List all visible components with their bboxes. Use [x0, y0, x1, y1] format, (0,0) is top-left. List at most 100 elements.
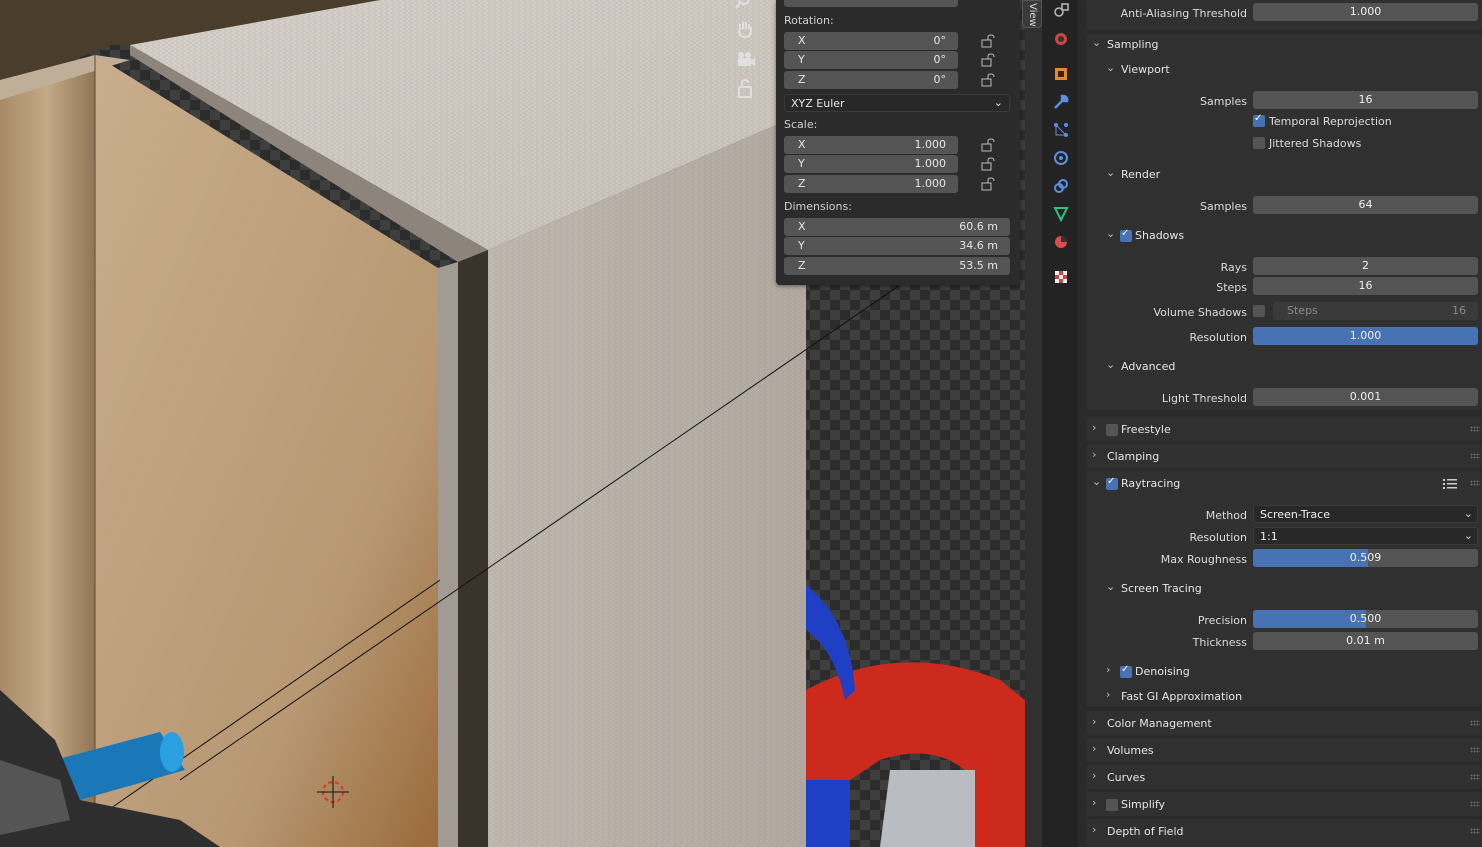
- location-z-field[interactable]: [784, 0, 958, 7]
- chevron-down-icon: ⌄: [993, 96, 1003, 109]
- drag-handle-icon[interactable]: [1470, 747, 1480, 753]
- chevron-right-icon: ›: [1092, 769, 1097, 782]
- chevron-down-icon: ⌄: [1463, 529, 1473, 542]
- modifier-icon[interactable]: [1052, 93, 1070, 111]
- raytracing-checkbox[interactable]: [1106, 476, 1118, 490]
- transform-sidebar: Rotation: X 0° Y 0° Z 0° XYZ Euler ⌄ Scale: …: [776, 0, 1020, 285]
- color-management-header[interactable]: › Color Management: [1092, 714, 1472, 734]
- chevron-down-icon: ⌄: [1106, 358, 1116, 371]
- raytracing-header[interactable]: ⌄ Raytracing: [1092, 474, 1472, 494]
- scale-y-field[interactable]: Y 1.000: [784, 155, 958, 173]
- camera-view-icon[interactable]: [734, 48, 756, 70]
- zoom-icon[interactable]: [734, 0, 756, 12]
- advanced-subpanel-header[interactable]: ⌄ Advanced: [1106, 357, 1472, 377]
- chevron-down-icon: ⌄: [1092, 475, 1102, 488]
- depth-of-field-header[interactable]: › Depth of Field: [1092, 822, 1472, 842]
- data-icon[interactable]: [1052, 205, 1070, 223]
- lock-icon[interactable]: [734, 78, 756, 100]
- physics-icon[interactable]: [1052, 149, 1070, 167]
- denoising-checkbox[interactable]: [1120, 664, 1132, 678]
- lock-rotation-x-icon[interactable]: [981, 34, 997, 48]
- shadows-checkbox[interactable]: [1120, 228, 1132, 242]
- texture-icon[interactable]: [1052, 268, 1070, 286]
- lock-rotation-z-icon[interactable]: [981, 73, 997, 87]
- properties-tab-bar: [1042, 0, 1078, 847]
- rotation-z-field[interactable]: Z 0°: [784, 71, 958, 89]
- shadow-resolution-slider[interactable]: 1.000: [1253, 327, 1478, 345]
- chevron-down-icon: ⌄: [1106, 166, 1116, 179]
- lock-rotation-y-icon[interactable]: [981, 53, 997, 67]
- aa-threshold-field[interactable]: 1.000: [1253, 3, 1478, 21]
- lock-scale-x-icon[interactable]: [981, 138, 997, 152]
- freestyle-header[interactable]: › Freestyle: [1092, 420, 1472, 440]
- thickness-field[interactable]: 0.01 m: [1253, 632, 1478, 650]
- tool-icon[interactable]: [1052, 2, 1070, 20]
- curves-header[interactable]: › Curves: [1092, 768, 1472, 788]
- dimensions-x-field[interactable]: X 60.6 m: [784, 218, 1010, 236]
- drag-handle-icon[interactable]: [1470, 426, 1480, 432]
- checkbox-checked-icon[interactable]: [1253, 113, 1265, 127]
- render-subpanel-header[interactable]: ⌄ Render: [1106, 165, 1472, 185]
- clamping-header[interactable]: › Clamping: [1092, 447, 1472, 467]
- checkbox-unchecked-icon[interactable]: [1253, 137, 1265, 149]
- volume-shadow-steps-field[interactable]: Steps 16: [1273, 302, 1478, 320]
- drag-handle-icon[interactable]: [1470, 453, 1480, 459]
- light-threshold-field[interactable]: 0.001: [1253, 388, 1478, 406]
- scale-z-field[interactable]: Z 1.000: [784, 175, 958, 193]
- scale-x-field[interactable]: X 1.000: [784, 136, 958, 154]
- volume-shadows-checkbox[interactable]: [1253, 305, 1265, 317]
- aa-threshold-row: Anti-Aliasing Threshold 1.000: [1078, 3, 1482, 23]
- 3d-viewport[interactable]: Rotation: X 0° Y 0° Z 0° XYZ Euler ⌄ Scale: …: [0, 0, 1025, 847]
- rotation-label: Rotation:: [784, 14, 834, 27]
- max-roughness-slider[interactable]: 0.509: [1253, 549, 1478, 567]
- precision-slider[interactable]: 0.500: [1253, 610, 1478, 628]
- material-icon[interactable]: [1052, 233, 1070, 251]
- list-options-icon[interactable]: [1442, 477, 1458, 491]
- fast-gi-subpanel-header[interactable]: › Fast GI Approximation: [1106, 687, 1472, 707]
- drag-handle-icon[interactable]: [1470, 828, 1480, 834]
- dimensions-label: Dimensions:: [784, 200, 852, 213]
- drag-handle-icon[interactable]: [1470, 801, 1480, 807]
- viewport-samples-field[interactable]: 16: [1253, 91, 1478, 109]
- dimensions-z-field[interactable]: Z 53.5 m: [784, 257, 1010, 275]
- chevron-down-icon: ⌄: [1106, 580, 1116, 593]
- chevron-down-icon: ⌄: [1463, 507, 1473, 520]
- chevron-right-icon: ›: [1092, 823, 1097, 836]
- sampling-header[interactable]: ⌄ Sampling: [1092, 35, 1472, 55]
- chevron-down-icon: ⌄: [1106, 227, 1116, 240]
- chevron-right-icon: ›: [1092, 448, 1097, 461]
- chevron-right-icon: ›: [1092, 796, 1097, 809]
- lock-scale-y-icon[interactable]: [981, 157, 997, 171]
- shadow-steps-field[interactable]: 16: [1253, 277, 1478, 295]
- hand-pan-icon[interactable]: [734, 18, 756, 40]
- freestyle-checkbox[interactable]: [1106, 424, 1118, 436]
- constraints-icon[interactable]: [1052, 177, 1070, 195]
- simplify-checkbox[interactable]: [1106, 799, 1118, 811]
- drag-handle-icon[interactable]: [1470, 480, 1480, 486]
- rotation-mode-dropdown[interactable]: XYZ Euler ⌄: [784, 94, 1010, 112]
- shadows-subpanel-header[interactable]: ⌄ Shadows: [1106, 226, 1472, 246]
- object-icon[interactable]: [1052, 65, 1070, 83]
- raytracing-resolution-dropdown[interactable]: 1:1 ⌄: [1253, 527, 1478, 545]
- render-samples-field[interactable]: 64: [1253, 196, 1478, 214]
- denoising-subpanel-header[interactable]: › Denoising: [1106, 662, 1472, 682]
- chevron-right-icon: ›: [1092, 742, 1097, 755]
- rotation-x-field[interactable]: X 0°: [784, 32, 958, 50]
- screen-tracing-subpanel-header[interactable]: ⌄ Screen Tracing: [1106, 579, 1472, 599]
- drag-handle-icon[interactable]: [1470, 774, 1480, 780]
- chevron-right-icon: ›: [1106, 663, 1111, 676]
- rotation-y-field[interactable]: Y 0°: [784, 51, 958, 69]
- drag-handle-icon[interactable]: [1470, 720, 1480, 726]
- viewport-subpanel-header[interactable]: ⌄ Viewport: [1106, 60, 1472, 80]
- volumes-header[interactable]: › Volumes: [1092, 741, 1472, 761]
- world-icon[interactable]: [1052, 30, 1070, 48]
- shadow-rays-field[interactable]: 2: [1253, 257, 1478, 275]
- lock-scale-z-icon[interactable]: [981, 177, 997, 191]
- sidebar-tab-view[interactable]: View: [1022, 0, 1042, 28]
- dimensions-y-field[interactable]: Y 34.6 m: [784, 237, 1010, 255]
- chevron-right-icon: ›: [1106, 688, 1111, 701]
- raytracing-method-dropdown[interactable]: Screen-Trace ⌄: [1253, 505, 1478, 523]
- chevron-right-icon: ›: [1092, 715, 1097, 728]
- simplify-header[interactable]: › Simplify: [1092, 795, 1472, 815]
- particles-icon[interactable]: [1052, 121, 1070, 139]
